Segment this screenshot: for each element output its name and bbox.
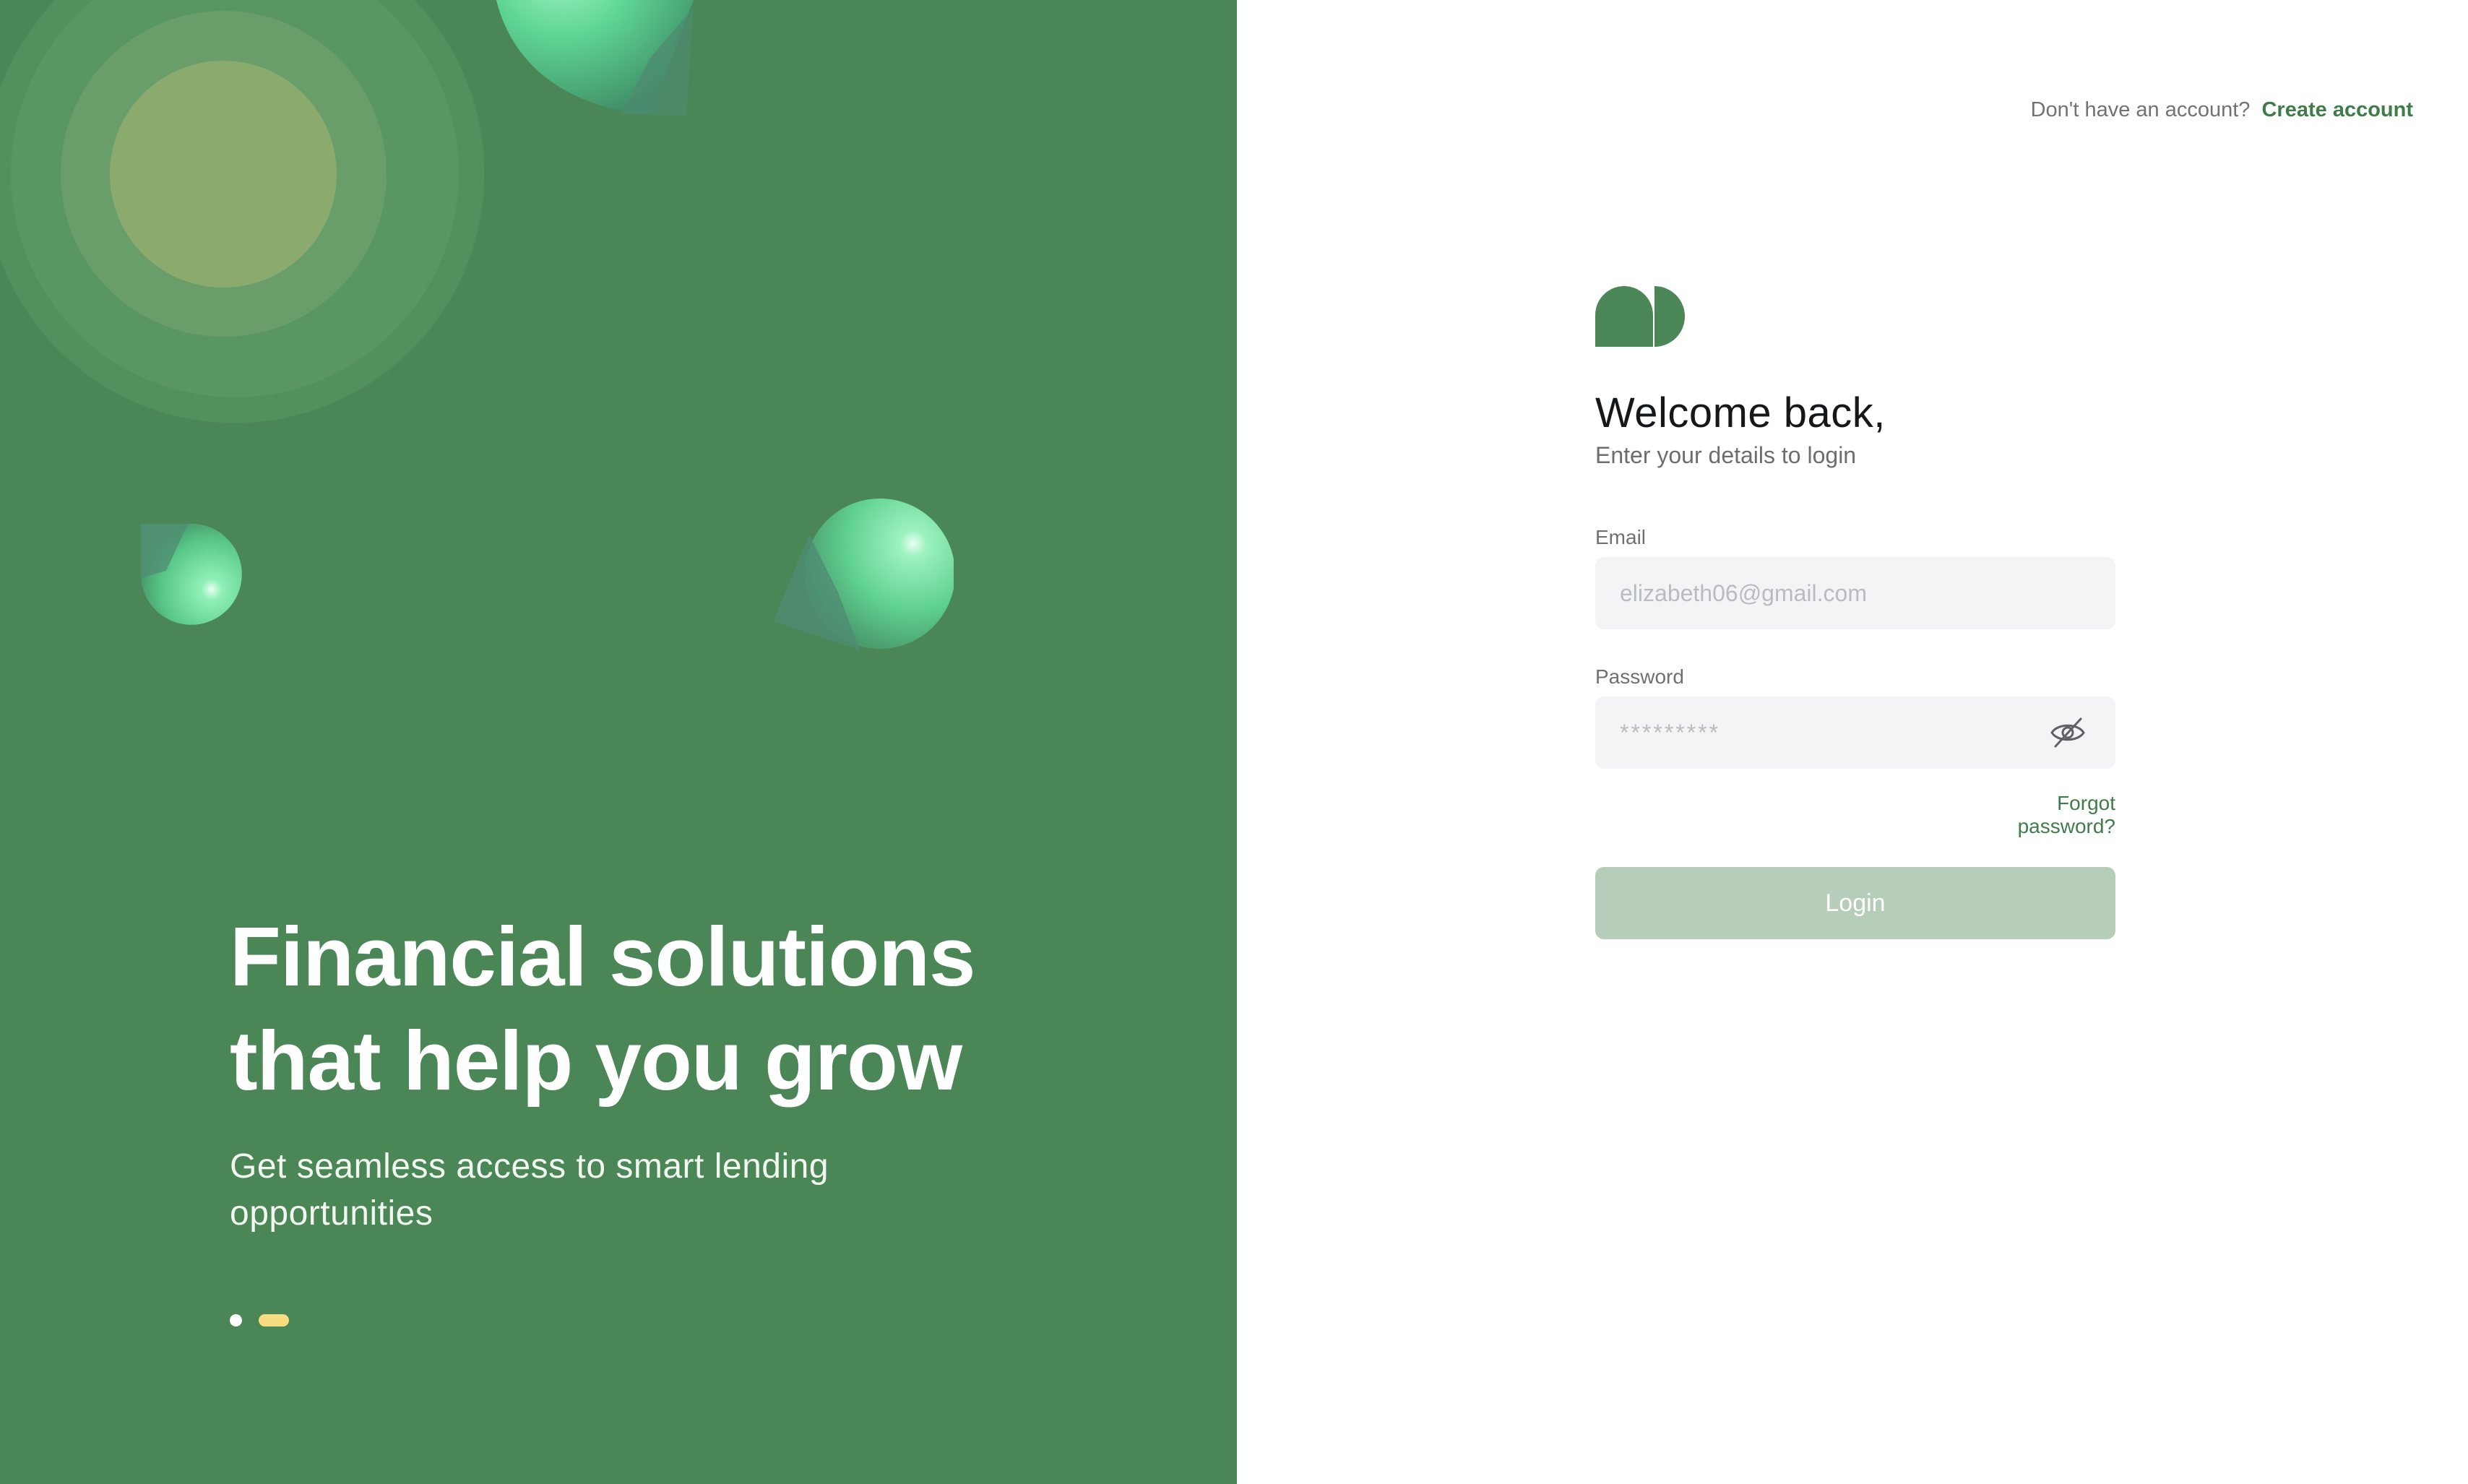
hero-title: Financial solutions that help you grow [230, 905, 1097, 1113]
decorative-drop-shape-small [141, 524, 242, 625]
hero-title-line-1: Financial solutions [230, 910, 976, 1004]
decorative-circle-center [110, 61, 337, 288]
hero-subtitle: Get seamless access to smart lending opp… [230, 1147, 829, 1233]
email-input[interactable] [1595, 557, 2115, 629]
brand-logo [1595, 286, 1685, 347]
decorative-drop-shape-medium [773, 499, 954, 650]
welcome-heading: Welcome back, [1595, 389, 1886, 436]
welcome-subheading: Enter your details to login [1595, 442, 1857, 468]
forgot-password-link[interactable]: Forgot password? [1962, 792, 2115, 838]
carousel-dot-2-active[interactable] [259, 1314, 289, 1326]
login-button[interactable]: Login [1595, 867, 2115, 939]
create-account-link[interactable]: Create account [2261, 98, 2413, 121]
decorative-drop-shape-top [496, 0, 694, 116]
email-label: Email [1595, 526, 1647, 548]
password-input[interactable] [1595, 696, 2115, 769]
password-label: Password [1595, 665, 1684, 688]
login-panel: Don't have an account? Create account We… [1237, 0, 2468, 1484]
signup-prompt-text: Don't have an account? [2030, 98, 2251, 121]
carousel-dot-1[interactable] [230, 1314, 242, 1326]
signup-prompt: Don't have an account? Create account [2031, 98, 2413, 122]
hero-title-line-2: that help you grow [230, 1014, 962, 1108]
eye-off-icon[interactable] [2049, 715, 2087, 750]
hero-panel: Financial solutions that help you grow G… [0, 0, 1237, 1484]
